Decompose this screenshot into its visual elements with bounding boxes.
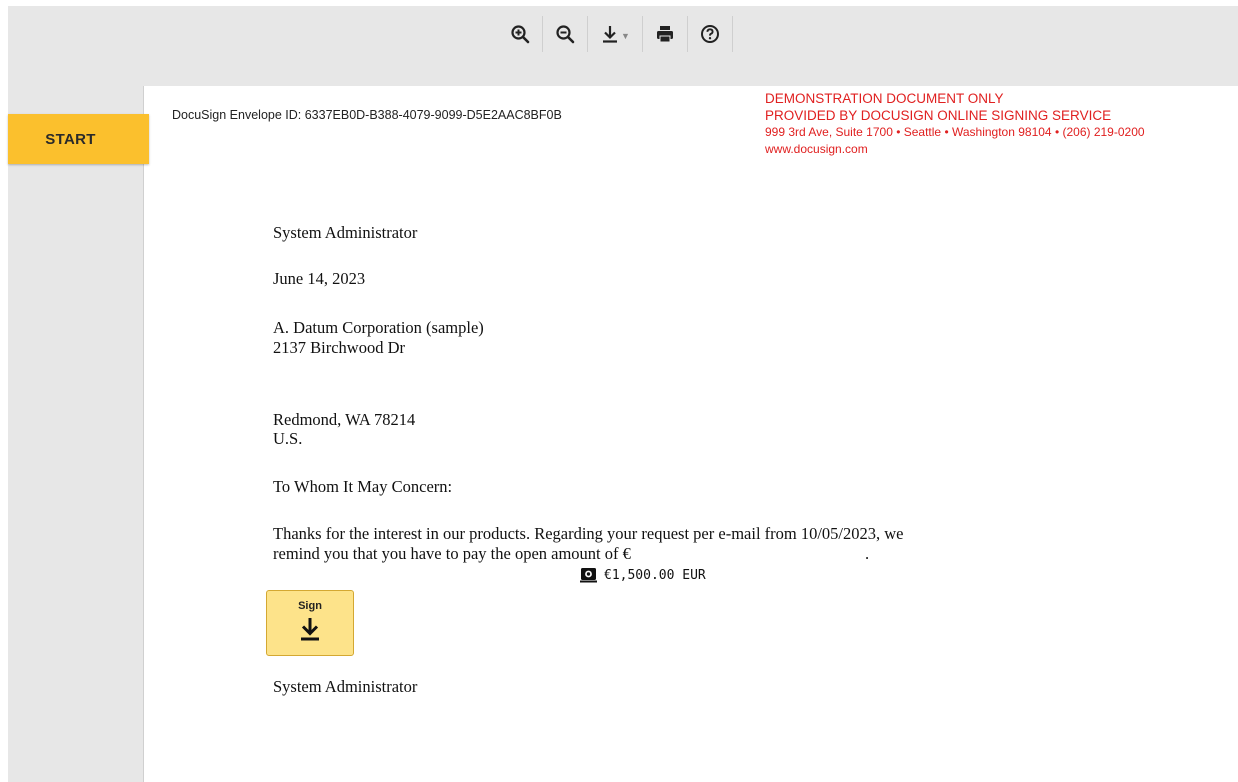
- letter-signature-name: System Administrator: [273, 677, 418, 696]
- zoom-out-icon: [555, 24, 575, 44]
- letter-company: A. Datum Corporation (sample): [273, 318, 484, 337]
- top-toolbar-bar: ▼: [8, 6, 1238, 60]
- help-button[interactable]: [688, 16, 733, 52]
- download-icon: ▼: [600, 24, 630, 44]
- letter-country: U.S.: [273, 429, 303, 448]
- payment-amount-value: €1,500.00 EUR: [604, 567, 706, 583]
- help-icon: [700, 24, 720, 44]
- payment-icon: [580, 567, 597, 583]
- download-button[interactable]: ▼: [588, 16, 643, 52]
- letter-body-line2: remind you that you have to pay the open…: [273, 544, 631, 563]
- print-button[interactable]: [643, 16, 688, 52]
- demo-notice-line1: DEMONSTRATION DOCUMENT ONLY: [765, 91, 1004, 106]
- letter-street: 2137 Birchwood Dr: [273, 338, 405, 357]
- left-rail: [8, 60, 143, 782]
- demo-notice-website: www.docusign.com: [765, 142, 868, 156]
- demo-notice: DEMONSTRATION DOCUMENT ONLY PROVIDED BY …: [765, 90, 1145, 158]
- letter-sender: System Administrator: [273, 223, 418, 242]
- zoom-in-button[interactable]: [498, 16, 543, 52]
- envelope-id: DocuSign Envelope ID: 6337EB0D-B388-4079…: [172, 108, 562, 122]
- chevron-down-icon: ▼: [621, 31, 630, 41]
- start-button[interactable]: START: [8, 114, 149, 164]
- demo-notice-address: 999 3rd Ave, Suite 1700 • Seattle • Wash…: [765, 125, 1145, 139]
- payment-amount-field[interactable]: €1,500.00 EUR: [580, 567, 706, 583]
- page-top-gap: [143, 60, 1238, 86]
- letter-salutation: To Whom It May Concern:: [273, 477, 453, 496]
- print-icon: [655, 24, 675, 44]
- letter-city: Redmond, WA 78214: [273, 410, 416, 429]
- sign-button[interactable]: Sign: [266, 590, 354, 656]
- zoom-in-icon: [510, 24, 530, 44]
- download-arrow-icon: [299, 612, 321, 646]
- demo-notice-line2: PROVIDED BY DOCUSIGN ONLINE SIGNING SERV…: [765, 108, 1112, 123]
- letter-body-period: .: [865, 544, 870, 563]
- letter-date: June 14, 2023: [273, 269, 366, 288]
- zoom-out-button[interactable]: [543, 16, 588, 52]
- letter-body-line1: Thanks for the interest in our products.…: [273, 524, 904, 543]
- document-toolbar: ▼: [498, 16, 733, 52]
- sign-button-label: Sign: [298, 600, 322, 612]
